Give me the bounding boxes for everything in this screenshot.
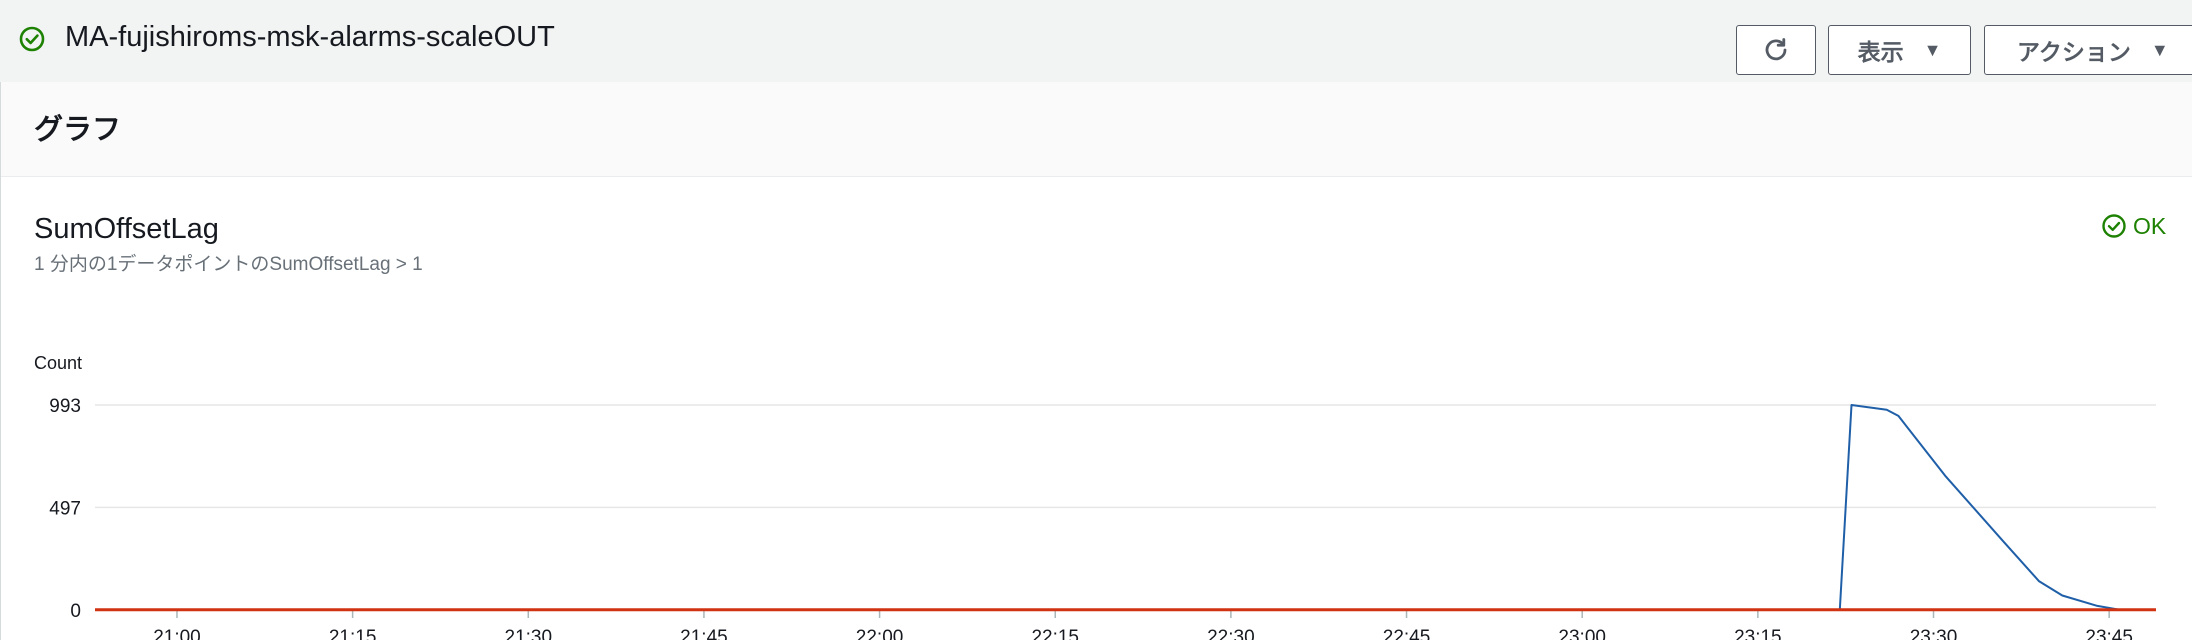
x-tick-label: 22:15 xyxy=(1031,627,1079,640)
refresh-button[interactable] xyxy=(1736,25,1816,75)
y-tick-label: 0 xyxy=(70,601,81,622)
x-tick-label: 22:45 xyxy=(1383,627,1431,640)
x-tick-label: 23:00 xyxy=(1558,627,1606,640)
x-tick-label: 23:30 xyxy=(1910,627,1958,640)
x-tick-label: 23:15 xyxy=(1734,627,1782,640)
x-tick-label: 23:45 xyxy=(2085,627,2133,640)
x-tick-label: 21:45 xyxy=(680,627,728,640)
y-tick-label: 993 xyxy=(49,396,81,417)
view-dropdown-button[interactable]: 表示 ▼ xyxy=(1828,25,1971,75)
y-tick-label: 497 xyxy=(49,498,81,519)
x-tick-label: 21:00 xyxy=(153,627,201,640)
caret-down-icon: ▼ xyxy=(2150,40,2169,60)
check-circle-icon xyxy=(19,26,45,52)
x-tick-label: 21:30 xyxy=(505,627,553,640)
refresh-icon xyxy=(1765,38,1787,61)
view-button-label: 表示 xyxy=(1857,39,1904,65)
y-axis-label: Count xyxy=(34,353,82,373)
x-tick-label: 21:15 xyxy=(329,627,377,640)
metric-chart: Count 0 497 993 21:00 21:15 21:30 21:45 22:00 22:… xyxy=(34,353,2157,640)
x-tick-label: 22:00 xyxy=(856,627,904,640)
graph-panel: グラフ SumOffsetLag 1 分内の1データポイントのSumOffset… xyxy=(0,82,2192,640)
alarm-title: MA-fujishiroms-msk-alarms-scaleOUT xyxy=(65,21,555,53)
x-tick-label: 22:30 xyxy=(1207,627,1255,640)
actions-dropdown-button[interactable]: アクション ▼ xyxy=(1984,25,2192,75)
caret-down-icon: ▼ xyxy=(1923,40,1942,60)
alarm-header: MA-fujishiroms-msk-alarms-scaleOUT 表示 ▼ … xyxy=(0,0,2192,82)
actions-button-label: アクション xyxy=(2017,39,2131,65)
